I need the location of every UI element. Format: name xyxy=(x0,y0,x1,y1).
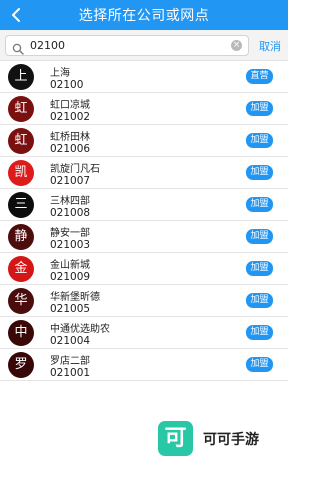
item-code: 021007 xyxy=(50,175,91,187)
app-root: 选择所在公司或网点 × 取消 上上海02100直营虹虹口凉城021002加盟虹虹… xyxy=(0,0,288,480)
type-badge: 加盟 xyxy=(246,325,273,340)
avatar: 华 xyxy=(8,288,34,314)
back-chevron-icon[interactable] xyxy=(6,5,26,25)
avatar: 虹 xyxy=(8,128,34,154)
type-badge: 加盟 xyxy=(246,133,273,148)
list-item[interactable]: 罗 罗店二部 021001 加盟 xyxy=(0,349,288,381)
type-badge: 加盟 xyxy=(246,165,273,180)
item-code: 021006 xyxy=(50,143,91,155)
item-code: 021004 xyxy=(50,335,91,347)
type-badge: 加盟 xyxy=(246,197,273,212)
item-code: 021005 xyxy=(50,303,91,315)
item-name: 中通优选助农 xyxy=(50,324,110,335)
list-item[interactable]: 虹 虹口凉城 021002 加盟 xyxy=(0,93,288,125)
search-icon xyxy=(12,40,24,55)
result-list: 上上海 02100 直营虹虹口凉城 021002 加盟虹虹桥田林 021006 加盟凯凯旋门… xyxy=(0,61,288,381)
item-name: 华新堡昕德 xyxy=(50,292,100,303)
item-code: 021008 xyxy=(50,207,91,219)
page-title: 选择所在公司或网点 xyxy=(78,8,210,24)
item-name: 凯旋门凡石 xyxy=(50,164,100,175)
type-badge: 加盟 xyxy=(246,293,273,308)
search-input[interactable] xyxy=(30,37,230,54)
search-box[interactable]: × xyxy=(5,35,249,56)
header-bar: 选择所在公司或网点 xyxy=(0,0,288,30)
type-badge: 加盟 xyxy=(246,261,273,276)
list-item[interactable]: 凯 凯旋门凡石 021007 加盟 xyxy=(0,157,288,189)
item-name: 金山新城 xyxy=(50,260,90,271)
avatar: 上 xyxy=(8,64,34,90)
item-code: 021003 xyxy=(50,239,91,251)
cancel-button[interactable]: 取消 xyxy=(259,38,281,54)
item-code: 021001 xyxy=(50,367,91,379)
avatar: 三 xyxy=(8,192,34,218)
item-name: 三林四部 xyxy=(50,196,90,207)
avatar: 金 xyxy=(8,256,34,282)
item-code: 02100 xyxy=(50,79,84,91)
type-badge: 加盟 xyxy=(246,357,273,372)
avatar: 虹 xyxy=(8,96,34,122)
avatar: 罗 xyxy=(8,352,34,378)
item-code: 021002 xyxy=(50,111,91,123)
type-badge: 加盟 xyxy=(246,229,273,244)
clear-input-icon[interactable]: × xyxy=(231,40,242,51)
list-item[interactable]: 上 上海 02100 直营 xyxy=(0,61,288,93)
item-name: 虹口凉城 xyxy=(50,100,90,111)
item-name: 上海 xyxy=(50,68,70,79)
search-bar: × 取消 xyxy=(0,30,288,61)
watermark: 可 可可手游 xyxy=(158,421,288,457)
type-badge: 加盟 xyxy=(246,101,273,116)
avatar: 中 xyxy=(8,320,34,346)
watermark-logo: 可 xyxy=(158,421,193,456)
item-name: 静安一部 xyxy=(50,228,90,239)
list-item[interactable]: 中 中通优选助农 021004 加盟 xyxy=(0,317,288,349)
type-badge: 直营 xyxy=(246,69,273,84)
list-item[interactable]: 华 华新堡昕德 021005 加盟 xyxy=(0,285,288,317)
item-name: 虹桥田林 xyxy=(50,132,90,143)
watermark-text: 可可手游 xyxy=(203,432,259,448)
avatar: 凯 xyxy=(8,160,34,186)
list-item[interactable]: 静 静安一部 021003 加盟 xyxy=(0,221,288,253)
item-name: 罗店二部 xyxy=(50,356,90,367)
list-item[interactable]: 虹 虹桥田林 021006 加盟 xyxy=(0,125,288,157)
item-code: 021009 xyxy=(50,271,91,283)
avatar: 静 xyxy=(8,224,34,250)
list-item[interactable]: 金 金山新城 021009 加盟 xyxy=(0,253,288,285)
list-item[interactable]: 三 三林四部 021008 加盟 xyxy=(0,189,288,221)
